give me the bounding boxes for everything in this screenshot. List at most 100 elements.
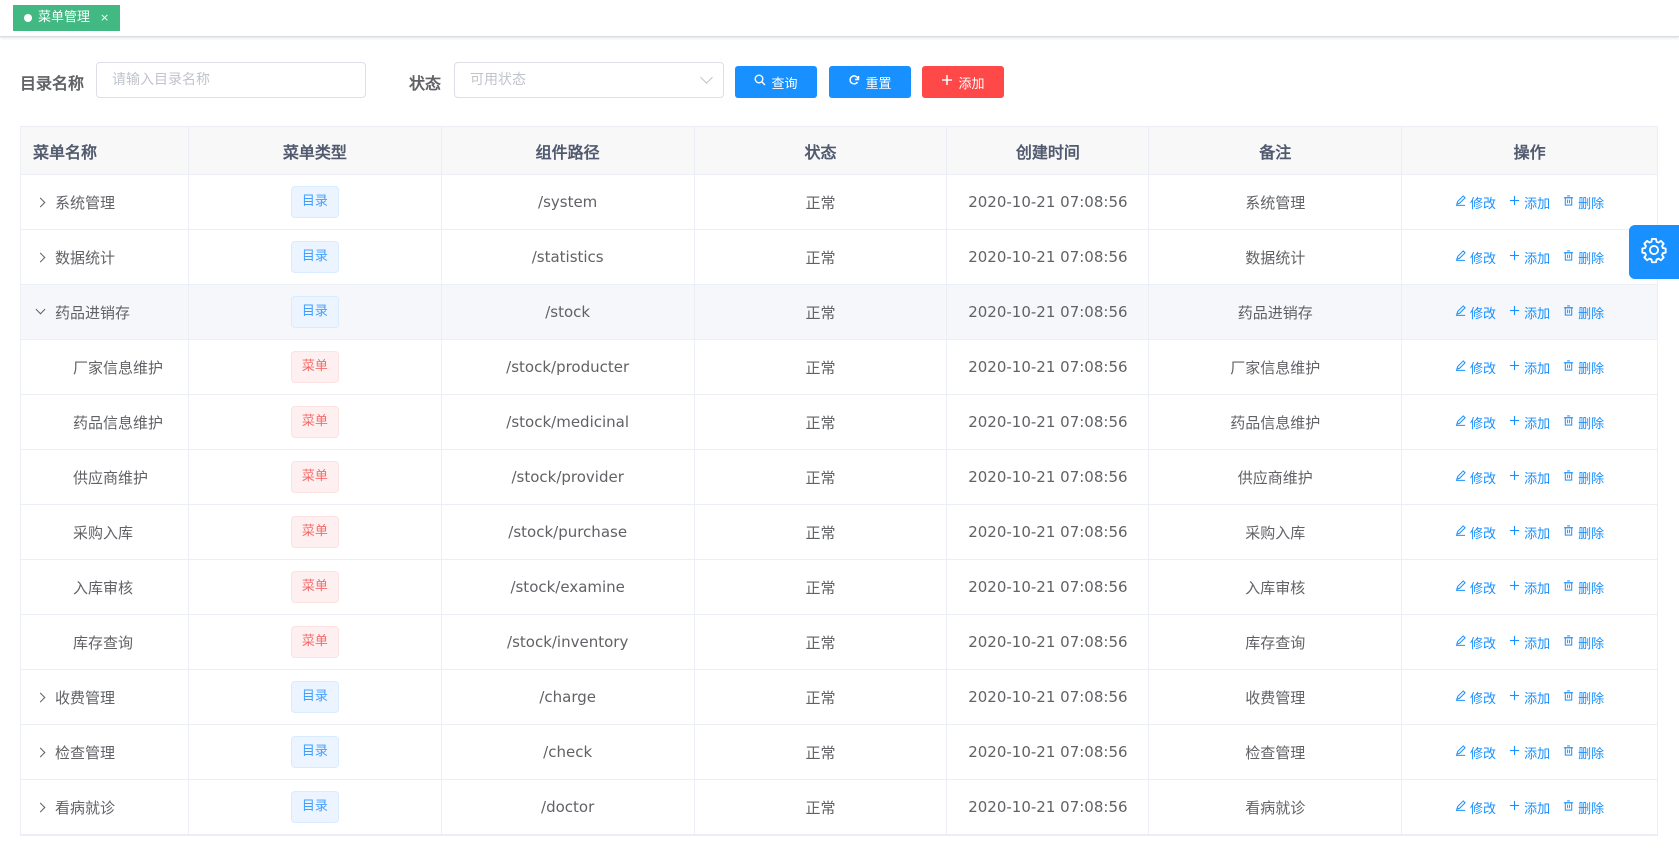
delete-label: 删除 xyxy=(1578,361,1605,377)
chevron-down-icon xyxy=(700,71,713,84)
cell-name: 检查管理 xyxy=(21,725,189,779)
cell-type: 目录 xyxy=(189,285,442,339)
delete-button[interactable]: 删除 xyxy=(1563,743,1604,762)
table-row: 收费管理 目录/charge 正常 2020-10-21 07:08:56 收费管理 修改… xyxy=(21,670,1658,725)
add-label: 添加 xyxy=(1524,636,1551,652)
status-label: 状态 xyxy=(409,74,442,93)
add-child-button[interactable]: 添加 xyxy=(1509,413,1550,432)
delete-button[interactable]: 删除 xyxy=(1563,193,1604,212)
delete-button[interactable]: 删除 xyxy=(1563,303,1604,322)
delete-button[interactable]: 删除 xyxy=(1563,633,1604,652)
edit-label: 修改 xyxy=(1470,471,1497,487)
table-row: 数据统计 目录/statistics 正常 2020-10-21 07:08:56 数据… xyxy=(21,230,1658,285)
edit-button[interactable]: 修改 xyxy=(1455,193,1496,212)
reset-button[interactable]: 重置 xyxy=(829,66,911,98)
edit-icon xyxy=(1455,744,1466,760)
plus-icon xyxy=(1509,250,1520,265)
delete-button[interactable]: 删除 xyxy=(1563,523,1604,542)
delete-button[interactable]: 删除 xyxy=(1563,358,1604,377)
add-child-button[interactable]: 添加 xyxy=(1509,468,1550,487)
cell-actions: 修改 添加 删除 xyxy=(1402,450,1658,504)
cell-type: 菜单 xyxy=(189,560,442,614)
trash-icon xyxy=(1563,194,1574,210)
edit-button[interactable]: 修改 xyxy=(1455,798,1496,817)
type-tag: 菜单 xyxy=(290,516,339,548)
edit-button[interactable]: 修改 xyxy=(1455,743,1496,762)
chevron-right-icon[interactable] xyxy=(37,800,55,815)
chevron-right-icon[interactable] xyxy=(37,195,55,210)
add-child-button[interactable]: 添加 xyxy=(1509,193,1550,212)
cell-created: 2020-10-21 07:08:56 xyxy=(947,615,1150,669)
cell-created: 2020-10-21 07:08:56 xyxy=(947,560,1150,614)
edit-button[interactable]: 修改 xyxy=(1455,303,1496,322)
add-child-button[interactable]: 添加 xyxy=(1509,633,1550,652)
add-label: 添加 xyxy=(1524,526,1551,542)
header-name: 菜单名称 xyxy=(21,127,189,174)
add-child-button[interactable]: 添加 xyxy=(1509,303,1550,322)
delete-button[interactable]: 删除 xyxy=(1563,578,1604,597)
type-tag: 菜单 xyxy=(290,461,339,493)
add-child-button[interactable]: 添加 xyxy=(1509,798,1550,817)
type-tag: 目录 xyxy=(290,681,339,713)
table-row: 供应商维护 菜单/stock/provider 正常 2020-10-21 07:08… xyxy=(21,450,1658,505)
cell-type: 菜单 xyxy=(189,340,442,394)
cell-remark: 采购入库 xyxy=(1149,505,1403,559)
delete-button[interactable]: 删除 xyxy=(1563,468,1604,487)
add-label: 添加 xyxy=(1524,196,1551,212)
add-child-button[interactable]: 添加 xyxy=(1509,358,1550,377)
add-child-button[interactable]: 添加 xyxy=(1509,578,1550,597)
cell-name: 库存查询 xyxy=(21,615,189,669)
add-child-button[interactable]: 添加 xyxy=(1509,248,1550,267)
chevron-down-icon[interactable] xyxy=(37,305,55,320)
edit-button[interactable]: 修改 xyxy=(1455,413,1496,432)
menu-name: 厂家信息维护 xyxy=(73,358,164,377)
cell-path: /doctor xyxy=(442,780,695,834)
query-button[interactable]: 查询 xyxy=(735,66,817,98)
table-row: 药品进销存 目录/stock 正常 2020-10-21 07:08:56 药品进销存修… xyxy=(21,285,1658,340)
edit-button[interactable]: 修改 xyxy=(1455,358,1496,377)
cell-path: /stock/examine xyxy=(442,560,695,614)
edit-button[interactable]: 修改 xyxy=(1455,578,1496,597)
edit-label: 修改 xyxy=(1470,306,1497,322)
search-form: 目录名称 状态 可用状态 查询 重置 添加 xyxy=(20,62,1020,98)
cell-created: 2020-10-21 07:08:56 xyxy=(947,505,1150,559)
edit-button[interactable]: 修改 xyxy=(1455,633,1496,652)
edit-icon xyxy=(1455,579,1466,595)
chevron-right-icon[interactable] xyxy=(37,745,55,760)
table-header: 菜单名称 菜单类型 组件路径 状态 创建时间 备注 操作 xyxy=(21,127,1658,175)
status-select[interactable]: 可用状态 xyxy=(454,62,724,98)
add-child-button[interactable]: 添加 xyxy=(1509,688,1550,707)
edit-button[interactable]: 修改 xyxy=(1455,523,1496,542)
tab-menu-management[interactable]: 菜单管理 × xyxy=(13,5,121,31)
chevron-right-icon[interactable] xyxy=(37,690,55,705)
cell-remark: 厂家信息维护 xyxy=(1149,340,1403,394)
edit-button[interactable]: 修改 xyxy=(1455,688,1496,707)
add-button[interactable]: 添加 xyxy=(922,66,1004,98)
edit-icon xyxy=(1455,799,1466,815)
name-input[interactable] xyxy=(112,64,350,96)
cell-type: 目录 xyxy=(189,230,442,284)
delete-button[interactable]: 删除 xyxy=(1563,413,1604,432)
delete-button[interactable]: 删除 xyxy=(1563,798,1604,817)
type-tag: 菜单 xyxy=(290,351,339,383)
type-tag: 菜单 xyxy=(290,571,339,603)
add-child-button[interactable]: 添加 xyxy=(1509,523,1550,542)
settings-button[interactable] xyxy=(1629,225,1679,279)
type-tag: 目录 xyxy=(290,296,339,328)
menu-name: 收费管理 xyxy=(55,688,116,707)
edit-button[interactable]: 修改 xyxy=(1455,468,1496,487)
cell-actions: 修改 添加 删除 xyxy=(1402,670,1658,724)
cell-path: /stock/producter xyxy=(442,340,695,394)
add-child-button[interactable]: 添加 xyxy=(1509,743,1550,762)
chevron-right-icon[interactable] xyxy=(37,250,55,265)
cell-type: 菜单 xyxy=(189,615,442,669)
delete-button[interactable]: 删除 xyxy=(1563,248,1604,267)
cell-path: /stock/provider xyxy=(442,450,695,504)
edit-button[interactable]: 修改 xyxy=(1455,248,1496,267)
header-path: 组件路径 xyxy=(442,127,695,174)
cell-status: 正常 xyxy=(695,725,948,779)
cell-path: /system xyxy=(442,175,695,229)
delete-button[interactable]: 删除 xyxy=(1563,688,1604,707)
add-label: 添加 xyxy=(1524,251,1551,267)
close-icon[interactable]: × xyxy=(100,6,109,30)
